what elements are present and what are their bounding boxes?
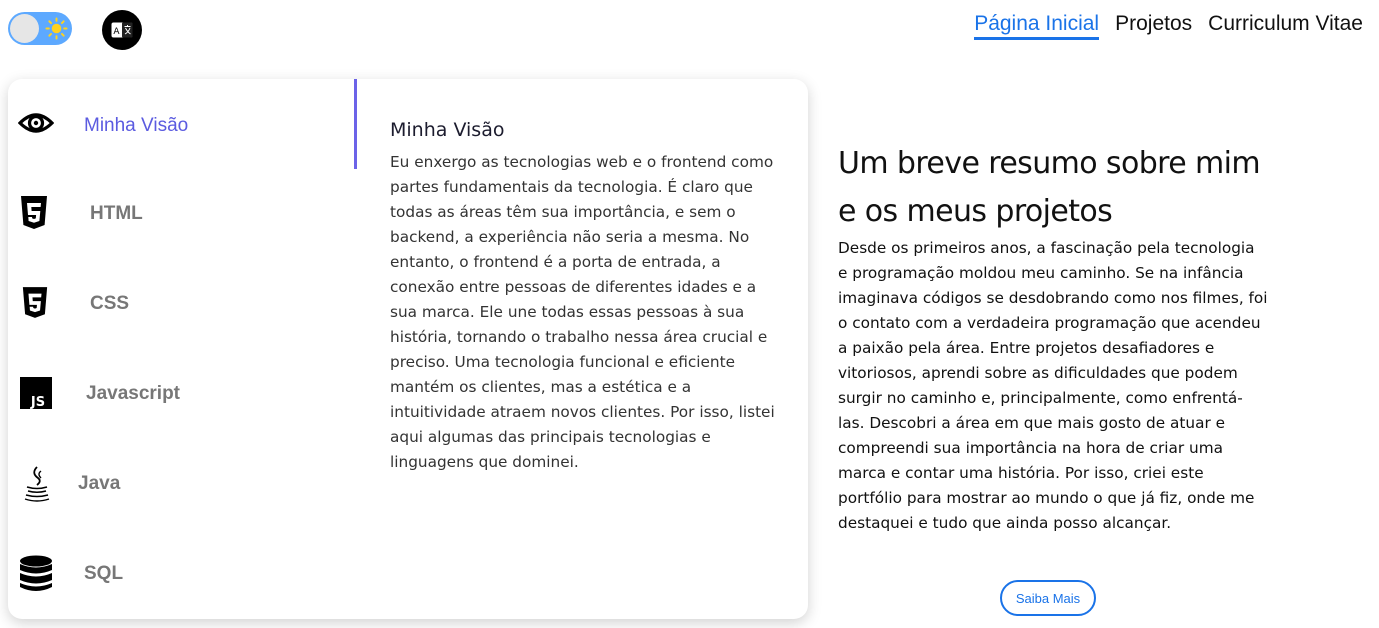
css3-icon [22, 287, 48, 318]
database-icon [20, 555, 52, 591]
tab-label: SQL [84, 563, 124, 584]
tab-label: HTML [90, 203, 143, 224]
skills-card: Minha Visão HTML CSS JS Javascript Java … [8, 79, 808, 619]
about-text: Desde os primeiros anos, a fascinação pe… [838, 239, 1268, 532]
main-nav: Página Inicial Projetos Curriculum Vitae [974, 12, 1363, 40]
nav-cv[interactable]: Curriculum Vitae [1208, 12, 1363, 40]
tab-label: Javascript [86, 383, 181, 404]
tab-sql[interactable]: SQL [8, 529, 355, 619]
tab-java[interactable]: Java [8, 439, 355, 529]
theme-toggle[interactable] [8, 12, 72, 45]
html5-icon [21, 196, 47, 229]
tab-label: Minha Visão [84, 115, 189, 136]
toggle-knob [10, 14, 39, 43]
tab-list: Minha Visão HTML CSS JS Javascript Java … [8, 79, 357, 619]
svg-text:A: A [113, 27, 120, 37]
tab-active-indicator [354, 79, 357, 169]
tab-label: CSS [90, 293, 130, 314]
about-title: Um breve resumo sobre mim e os meus proj… [838, 146, 1261, 229]
panel-title: Minha Visão [390, 119, 505, 141]
saiba-mais-button[interactable]: Saiba Mais [1000, 580, 1096, 616]
tab-html[interactable]: HTML [8, 169, 355, 259]
language-button[interactable]: A [102, 10, 142, 50]
about-section: Um breve resumo sobre mim e os meus proj… [838, 140, 1268, 536]
tab-panel: Minha Visão Eu enxergo as tecnologias we… [390, 119, 785, 475]
java-icon [24, 466, 50, 502]
header: A Página Inicial Projetos Curriculum Vit… [0, 0, 1379, 60]
tab-css[interactable]: CSS [8, 259, 355, 349]
sun-icon [45, 17, 68, 40]
nav-projects[interactable]: Projetos [1115, 12, 1192, 40]
tab-label: Java [78, 473, 121, 494]
eye-icon [18, 113, 54, 133]
nav-home[interactable]: Página Inicial [974, 12, 1100, 40]
translate-icon: A [111, 22, 133, 38]
svg-text:JS: JS [30, 395, 45, 409]
panel-text: Eu enxergo as tecnologias web e o fronte… [390, 153, 775, 471]
tab-javascript[interactable]: JS Javascript [8, 349, 355, 439]
tab-minha-visao[interactable]: Minha Visão [8, 79, 355, 169]
javascript-icon: JS [20, 377, 52, 409]
